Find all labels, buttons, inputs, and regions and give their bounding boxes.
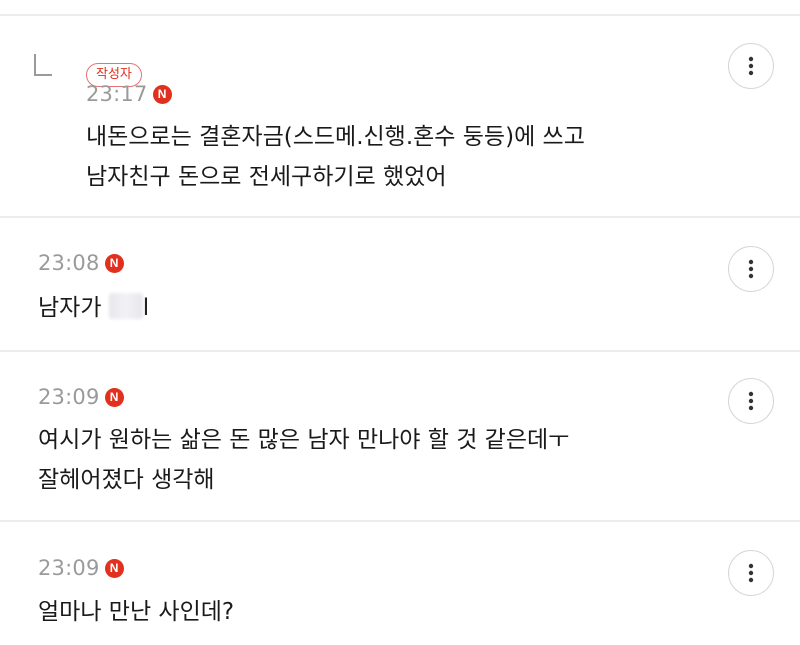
comment-item: 23:09 N 여시가 원하는 삶은 돈 많은 남자 만나야 할 것 같은데ㅜ 잘… — [0, 352, 800, 520]
more-options-button[interactable] — [728, 43, 774, 89]
comment-line: 여시가 원하는 삶은 돈 많은 남자 만나야 할 것 같은데ㅜ — [38, 427, 570, 453]
more-vertical-icon — [748, 259, 754, 279]
comment-time: 23:09 — [38, 385, 100, 409]
comment-text: 남자가 — [38, 295, 109, 321]
new-badge: N — [152, 84, 172, 104]
comment-time: 23:17 — [86, 82, 148, 106]
more-options-button[interactable] — [728, 550, 774, 596]
comment-line: 잘헤어졌다 생각해 — [38, 467, 215, 493]
comment-time: 23:09 — [38, 556, 100, 580]
comment-time: 23:08 — [38, 251, 100, 275]
comment-line: 내돈으로는 결혼자금(스드메.신행.혼수 둥등)에 쓰고 — [86, 124, 585, 150]
comment-body: 여시가 원하는 삶은 돈 많은 남자 만나야 할 것 같은데ㅜ 잘헤어졌다 생각해 — [38, 420, 569, 500]
more-vertical-icon — [748, 391, 754, 411]
comment-meta: 23:17 N — [86, 79, 172, 109]
more-options-button[interactable] — [728, 246, 774, 292]
comment-line: 얼마나 만난 사인데? — [38, 599, 235, 625]
comment-body: 얼마나 만난 사인데? — [38, 592, 234, 632]
comment-item: 23:08 N 남자가 l — [0, 218, 800, 350]
comment-meta: 23:08 N — [38, 248, 124, 278]
new-badge: N — [104, 253, 124, 273]
comment-body: 내돈으로는 결혼자금(스드메.신행.혼수 둥등)에 쓰고남자친구 돈으로 전세구… — [86, 117, 585, 197]
comment-item: 작성자 23:17 N 내돈으로는 결혼자금(스드메.신행.혼수 둥등)에 쓰고… — [0, 16, 800, 216]
new-badge: N — [104, 558, 124, 578]
more-vertical-icon — [748, 56, 754, 76]
comment-meta: 23:09 N — [38, 382, 124, 412]
comment-body: 남자가 l — [38, 288, 149, 328]
comment-item: 23:09 N 얼마나 만난 사인데? — [0, 522, 800, 645]
redaction-blur — [108, 293, 143, 319]
new-badge: N — [104, 387, 124, 407]
comment-line: 남자친구 돈으로 전세구하기로 했었어 — [86, 164, 447, 190]
comment-meta: 23:09 N — [38, 553, 124, 583]
more-options-button[interactable] — [728, 378, 774, 424]
comment-list: 작성자 23:17 N 내돈으로는 결혼자금(스드메.신행.혼수 둥등)에 쓰고… — [0, 0, 800, 645]
reply-arrow-icon — [34, 54, 52, 76]
more-vertical-icon — [748, 563, 754, 583]
comment-text: l — [142, 295, 150, 321]
